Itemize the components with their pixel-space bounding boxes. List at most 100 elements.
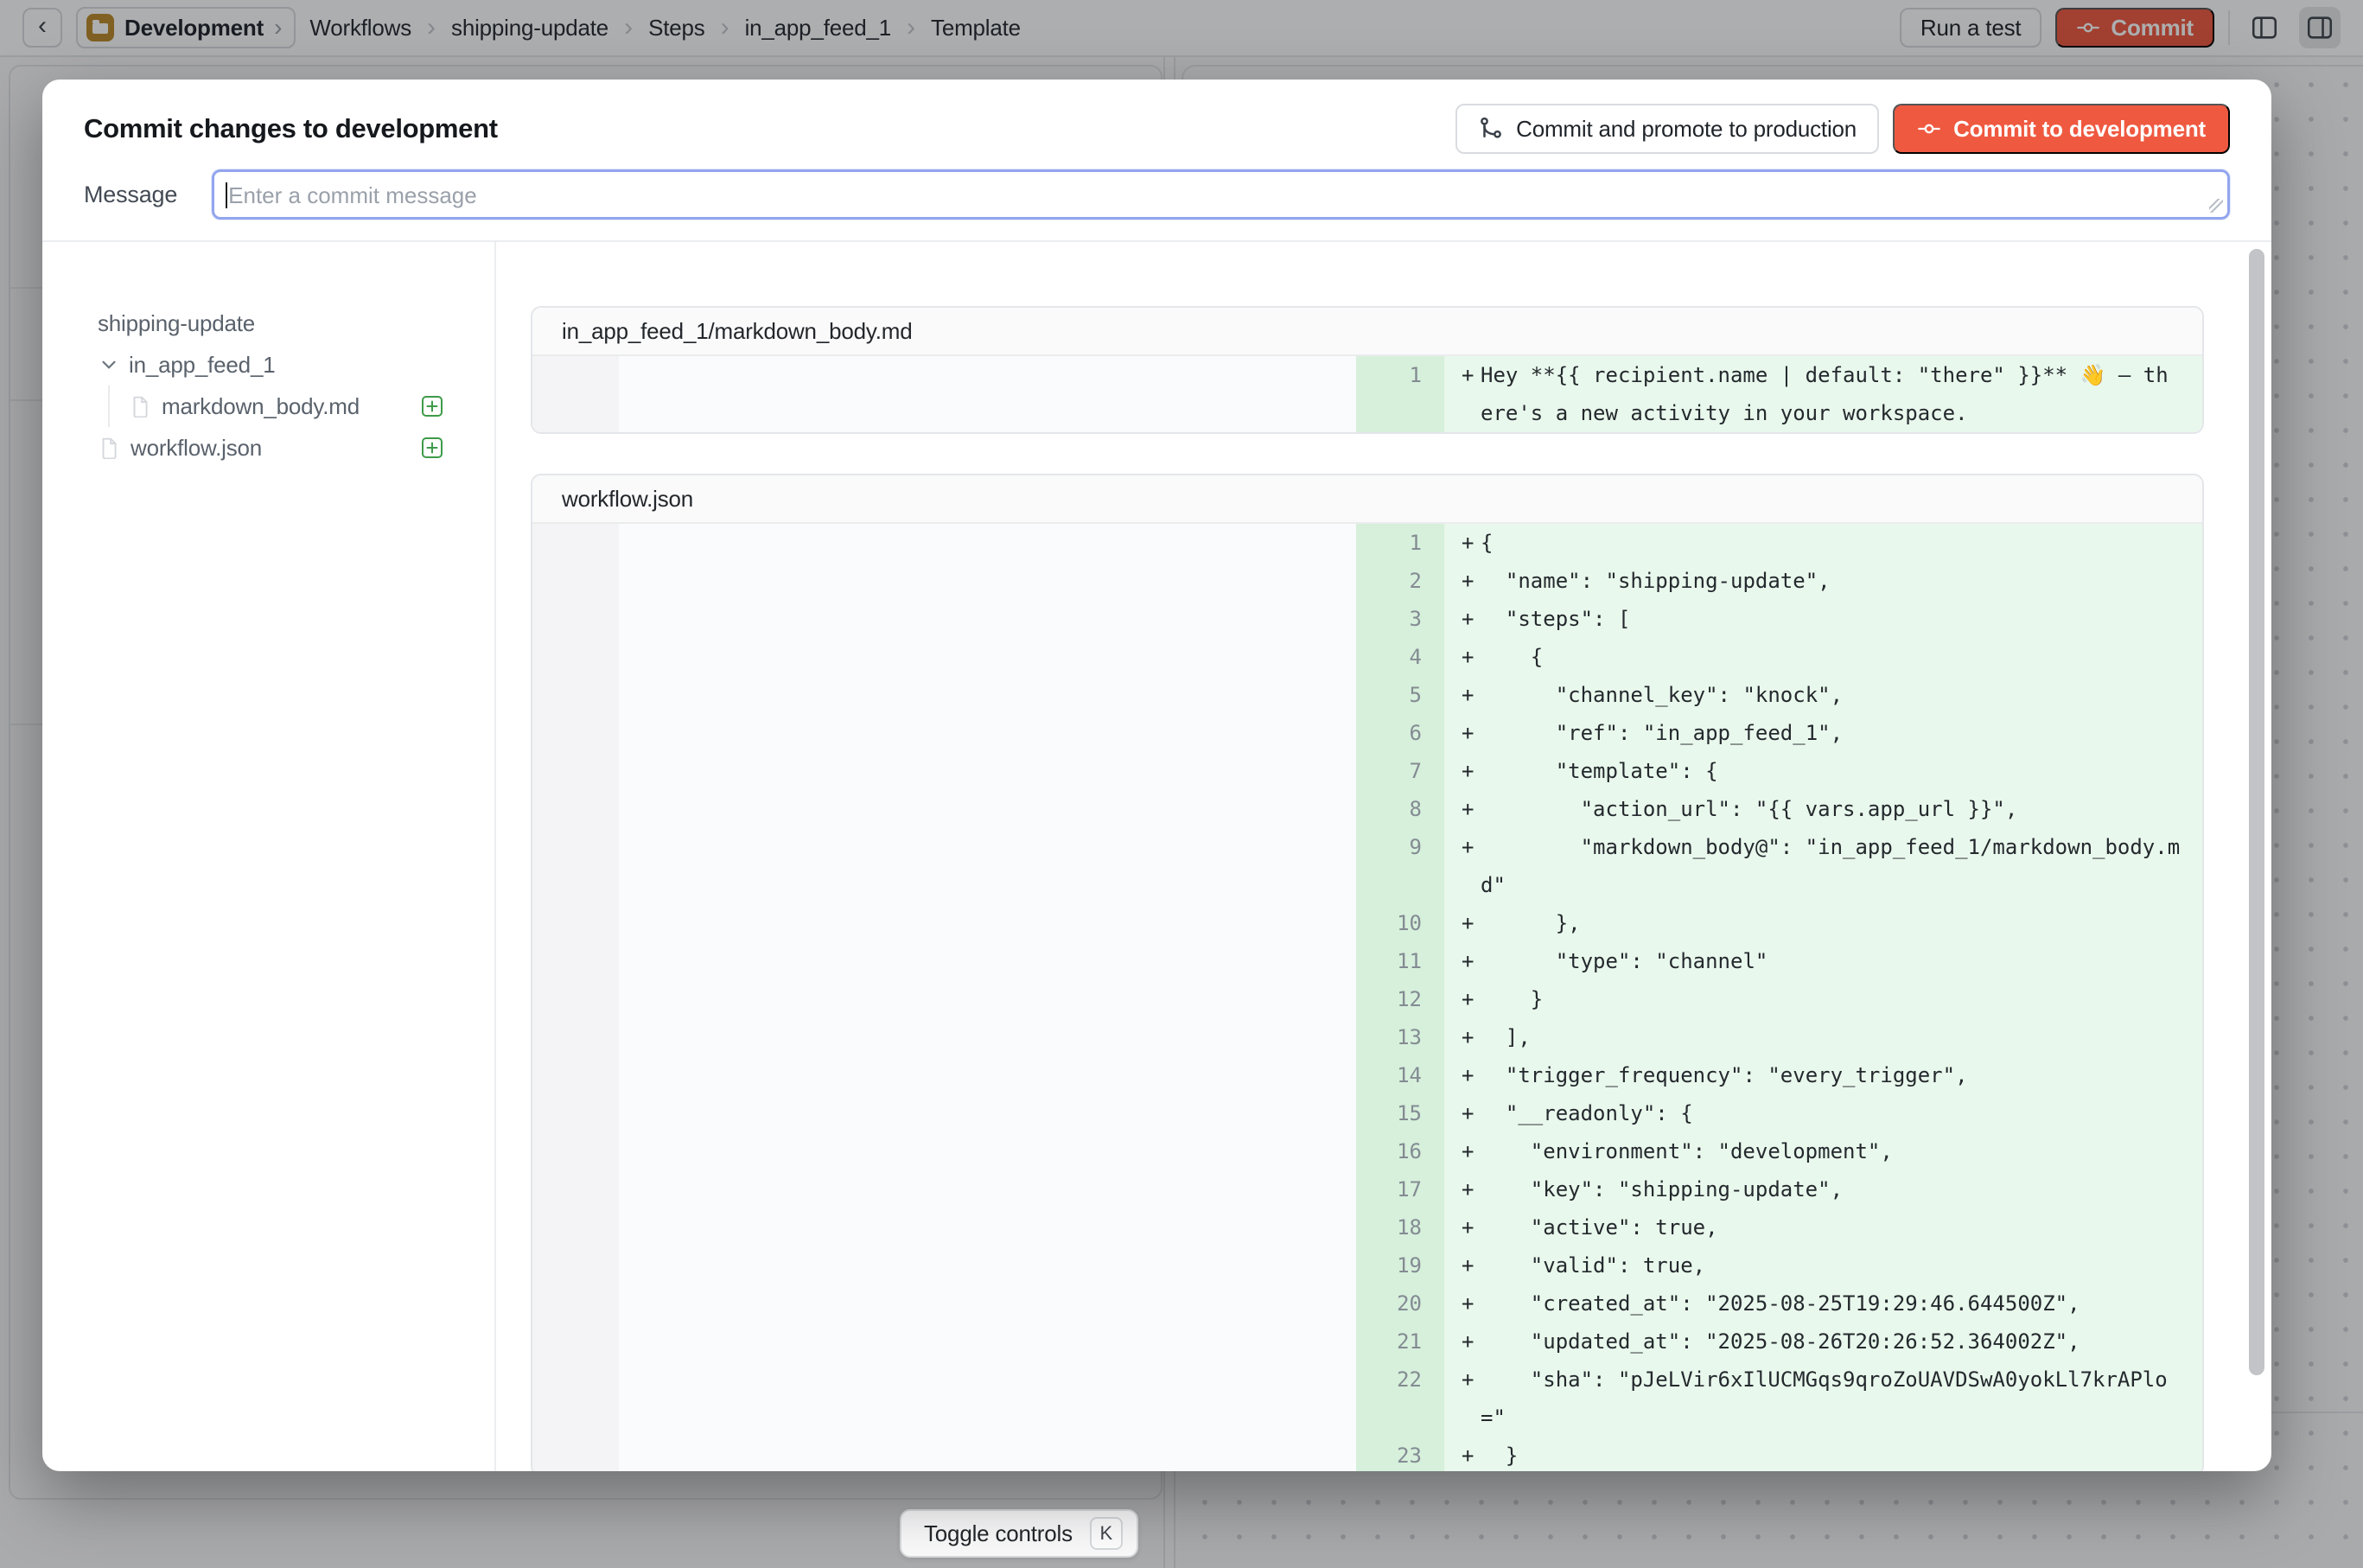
diff-added-line: + "updated_at": "2025-08-26T20:26:52.364… xyxy=(1444,1323,2202,1361)
diff-line-number: 17 xyxy=(1356,1170,1444,1208)
changed-files-tree: shipping-update in_app_feed_1 xyxy=(42,242,496,1471)
diff-old-gutter xyxy=(532,828,619,904)
diff-line-text: "channel_key": "knock", xyxy=(1481,676,2180,714)
diff-plus-sign: + xyxy=(1444,676,1481,714)
diff-line-text: "updated_at": "2025-08-26T20:26:52.36400… xyxy=(1481,1323,2180,1361)
diff-added-line: + "channel_key": "knock", xyxy=(1444,676,2202,714)
diff-old-content xyxy=(619,1246,1356,1284)
diff-old-content xyxy=(619,1284,1356,1323)
tree-file-label: workflow.json xyxy=(131,435,262,462)
diff-added-line: + } xyxy=(1444,1437,2202,1471)
diff-plus-sign: + xyxy=(1444,1361,1481,1399)
diff-plus-sign: + xyxy=(1444,752,1481,790)
diff-old-content xyxy=(619,942,1356,980)
diff-line-text: "environment": "development", xyxy=(1481,1132,2180,1170)
diff-plus-sign: + xyxy=(1444,600,1481,638)
diff-old-gutter xyxy=(532,1094,619,1132)
commit-message-field-wrap xyxy=(212,169,2230,220)
diff-old-content xyxy=(619,676,1356,714)
diff-line-text: "__readonly": { xyxy=(1481,1094,2180,1132)
diff-old-content xyxy=(619,1208,1356,1246)
diff-old-gutter xyxy=(532,790,619,828)
diff-viewer: in_app_feed_1/markdown_body.md 1 + Hey **{… xyxy=(496,242,2271,1471)
diff-line-number: 23 xyxy=(1356,1437,1444,1471)
dialog-scrollbar-thumb[interactable] xyxy=(2249,249,2264,1375)
commit-and-promote-button[interactable]: Commit and promote to production xyxy=(1455,104,1879,154)
diff-old-gutter xyxy=(532,1323,619,1361)
commit-icon xyxy=(1917,117,1941,141)
diff-plus-sign: + xyxy=(1444,1018,1481,1056)
diff-line-text: "template": { xyxy=(1481,752,2180,790)
diff-old-gutter xyxy=(532,1018,619,1056)
diff-file-card: in_app_feed_1/markdown_body.md 1+Hey **{… xyxy=(531,306,2204,434)
tree-file-label: markdown_body.md xyxy=(162,393,360,420)
diff-line-text: "trigger_frequency": "every_trigger", xyxy=(1481,1056,2180,1094)
commit-to-development-button[interactable]: Commit to development xyxy=(1893,104,2230,154)
tree-step-label: in_app_feed_1 xyxy=(129,352,275,379)
app: ‹ Development › Workflows › shipping-upd… xyxy=(0,0,2363,1568)
diff-plus-sign: + xyxy=(1444,1094,1481,1132)
diff-old-content xyxy=(619,356,1356,432)
diff-added-line: + "active": true, xyxy=(1444,1208,2202,1246)
diff-line-number: 2 xyxy=(1356,562,1444,600)
diff-line-text: "action_url": "{{ vars.app_url }}", xyxy=(1481,790,2180,828)
diff-line-number: 15 xyxy=(1356,1094,1444,1132)
diff-line-number: 9 xyxy=(1356,828,1444,904)
diff-line-number: 6 xyxy=(1356,714,1444,752)
diff-plus-sign: + xyxy=(1444,1323,1481,1361)
diff-added-line: + "steps": [ xyxy=(1444,600,2202,638)
file-icon xyxy=(129,395,151,417)
diff-old-gutter xyxy=(532,980,619,1018)
diff-plus-sign: + xyxy=(1444,980,1481,1018)
tree-node-step[interactable]: in_app_feed_1 xyxy=(98,344,444,386)
shortcut-key-badge: K xyxy=(1090,1517,1123,1550)
diff-old-gutter xyxy=(532,1056,619,1094)
diff-line-text: "type": "channel" xyxy=(1481,942,2180,980)
file-added-icon xyxy=(420,436,444,460)
diff-old-content xyxy=(619,752,1356,790)
diff-old-gutter xyxy=(532,1361,619,1437)
diff-line-number: 7 xyxy=(1356,752,1444,790)
diff-old-content xyxy=(619,638,1356,676)
diff-line-number: 18 xyxy=(1356,1208,1444,1246)
diff-old-gutter xyxy=(532,1437,619,1471)
diff-line-number: 14 xyxy=(1356,1056,1444,1094)
file-added-icon xyxy=(420,394,444,418)
diff-line-text: "markdown_body@": "in_app_feed_1/markdow… xyxy=(1481,828,2180,904)
diff-old-gutter xyxy=(532,1284,619,1323)
diff-line-number: 1 xyxy=(1356,356,1444,432)
diff-added-line: + }, xyxy=(1444,904,2202,942)
diff-old-content xyxy=(619,1361,1356,1437)
diff-old-gutter xyxy=(532,524,619,562)
toggle-controls-button[interactable]: Toggle controls K xyxy=(900,1509,1138,1558)
diff-line-text: { xyxy=(1481,524,2180,562)
diff-line-number: 5 xyxy=(1356,676,1444,714)
tree-file-markdown-body[interactable]: markdown_body.md xyxy=(129,386,444,427)
diff-old-gutter xyxy=(532,638,619,676)
diff-added-line: + "key": "shipping-update", xyxy=(1444,1170,2202,1208)
diff-file-name: in_app_feed_1/markdown_body.md xyxy=(562,318,912,345)
diff-plus-sign: + xyxy=(1444,524,1481,562)
tree-root-label: shipping-update xyxy=(98,310,255,337)
diff-line-text: }, xyxy=(1481,904,2180,942)
diff-old-content xyxy=(619,1132,1356,1170)
diff-file-name: workflow.json xyxy=(562,486,693,513)
diff-line-text: Hey **{{ recipient.name | default: "ther… xyxy=(1481,356,2180,432)
diff-plus-sign: + xyxy=(1444,1246,1481,1284)
git-merge-icon xyxy=(1478,116,1504,142)
diff-old-gutter xyxy=(532,356,619,432)
resize-handle[interactable] xyxy=(2209,199,2223,213)
diff-old-content xyxy=(619,1323,1356,1361)
diff-line-number: 3 xyxy=(1356,600,1444,638)
diff-line-number: 20 xyxy=(1356,1284,1444,1323)
diff-plus-sign: + xyxy=(1444,562,1481,600)
tree-root-workflow[interactable]: shipping-update xyxy=(98,303,444,344)
diff-line-text: "sha": "pJeLVir6xIlUCMGqs9qroZoUAVDSwA0y… xyxy=(1481,1361,2180,1437)
diff-file-card: workflow.json 1+{2+ "name": "shipping-up… xyxy=(531,474,2204,1471)
commit-message-input[interactable] xyxy=(214,172,2227,217)
tree-file-workflow-json[interactable]: workflow.json xyxy=(98,427,444,468)
diff-line-number: 13 xyxy=(1356,1018,1444,1056)
toggle-controls-label: Toggle controls xyxy=(924,1520,1073,1547)
text-caret xyxy=(226,182,227,208)
diff-plus-sign: + xyxy=(1444,828,1481,866)
